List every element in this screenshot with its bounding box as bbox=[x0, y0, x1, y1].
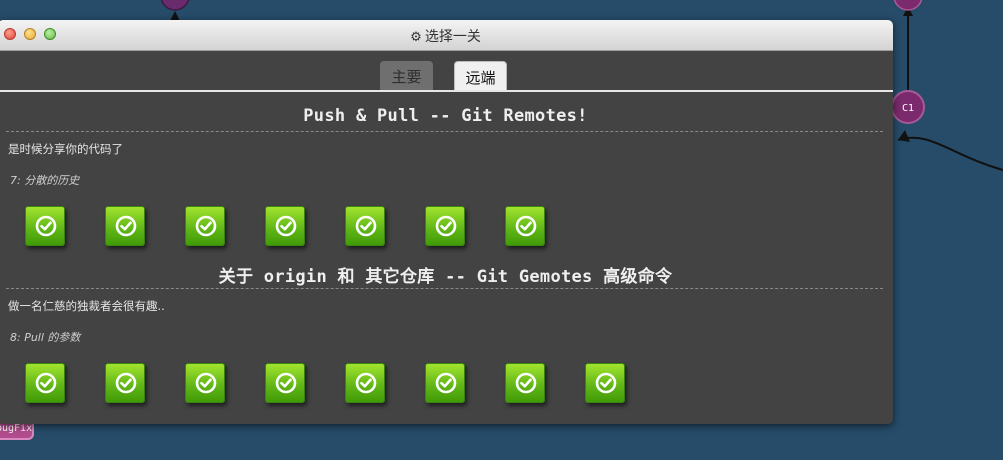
checkmark-icon bbox=[35, 215, 57, 237]
sequence-label: 8: Pull 的参数 bbox=[10, 331, 81, 344]
window-title: ⚙ 选择一关 bbox=[0, 26, 893, 46]
level-button[interactable] bbox=[425, 363, 465, 403]
tree-edge bbox=[897, 136, 1003, 171]
level-button[interactable] bbox=[585, 363, 625, 403]
level-button[interactable] bbox=[105, 363, 145, 403]
level-button[interactable] bbox=[185, 363, 225, 403]
checkmark-icon bbox=[115, 372, 137, 394]
level-button[interactable] bbox=[505, 206, 545, 246]
checkmark-icon bbox=[275, 215, 297, 237]
sequence-label: 7: 分散的历史 bbox=[10, 174, 80, 187]
divider bbox=[6, 131, 883, 132]
checkmark-icon bbox=[195, 215, 217, 237]
section-description: 是时候分享你的代码了 bbox=[8, 142, 123, 156]
level-button[interactable] bbox=[505, 363, 545, 403]
window-title-text: 选择一关 bbox=[424, 29, 481, 45]
titlebar: ⚙ 选择一关 bbox=[0, 20, 893, 51]
level-button[interactable] bbox=[265, 206, 305, 246]
level-select-window: ⚙ 选择一关 主要 远端 Push & Pull -- Git Remotes! … bbox=[0, 20, 893, 424]
level-button[interactable] bbox=[25, 363, 65, 403]
tab-main[interactable]: 主要 bbox=[380, 61, 433, 90]
level-button[interactable] bbox=[185, 206, 225, 246]
section-title: Push & Pull -- Git Remotes! bbox=[303, 106, 588, 126]
arrow-head bbox=[898, 130, 910, 142]
checkmark-icon bbox=[275, 372, 297, 394]
level-button[interactable] bbox=[345, 206, 385, 246]
level-button[interactable] bbox=[265, 363, 305, 403]
checkmark-icon bbox=[195, 372, 217, 394]
checkmark-icon bbox=[355, 215, 377, 237]
level-button[interactable] bbox=[425, 206, 465, 246]
level-button[interactable] bbox=[105, 206, 145, 246]
tab-bar: 主要 远端 bbox=[0, 51, 893, 92]
checkmark-icon bbox=[355, 372, 377, 394]
level-button[interactable] bbox=[345, 363, 385, 403]
section-description: 做一名仁慈的独裁者会很有趣.. bbox=[8, 299, 165, 313]
gear-icon: ⚙ bbox=[410, 30, 422, 45]
section-title: 关于 origin 和 其它仓库 -- Git Gemotes 高级命令 bbox=[218, 267, 673, 287]
checkmark-icon bbox=[435, 215, 457, 237]
checkmark-icon bbox=[515, 372, 537, 394]
commit-node bbox=[160, 0, 190, 11]
checkmark-icon bbox=[35, 372, 57, 394]
checkmark-icon bbox=[115, 215, 137, 237]
commit-node bbox=[893, 0, 923, 11]
divider bbox=[6, 288, 883, 289]
tab-remote[interactable]: 远端 bbox=[454, 61, 507, 90]
commit-label: C1 bbox=[902, 103, 914, 114]
checkmark-icon bbox=[515, 215, 537, 237]
checkmark-icon bbox=[595, 372, 617, 394]
checkmark-icon bbox=[435, 372, 457, 394]
level-button[interactable] bbox=[25, 206, 65, 246]
